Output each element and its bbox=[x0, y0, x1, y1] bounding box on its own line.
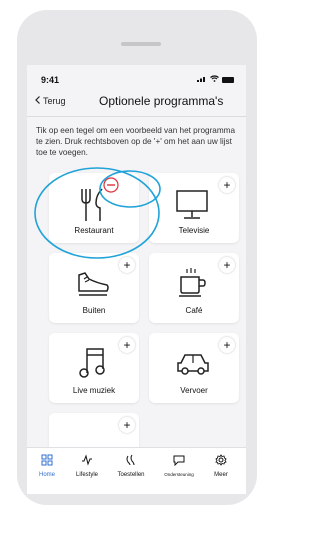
tab-label: Ondersteuning bbox=[164, 472, 194, 477]
tile-restaurant[interactable]: Restaurant bbox=[49, 173, 139, 243]
signal-icon bbox=[197, 75, 207, 84]
add-button[interactable]: + bbox=[119, 257, 135, 273]
tab-label: Meer bbox=[214, 472, 228, 478]
wifi-icon bbox=[210, 75, 219, 84]
gear-icon bbox=[215, 454, 227, 466]
add-button[interactable]: + bbox=[119, 337, 135, 353]
grid-icon bbox=[41, 454, 53, 466]
header-divider bbox=[27, 116, 246, 117]
plus-icon: + bbox=[223, 178, 231, 192]
status-time: 9:41 bbox=[41, 75, 60, 85]
tv-icon bbox=[176, 190, 208, 219]
chat-icon bbox=[173, 455, 185, 466]
battery-icon bbox=[222, 76, 234, 83]
activity-icon bbox=[82, 454, 92, 466]
hearing-aids-icon bbox=[126, 454, 135, 466]
tile-label: Restaurant bbox=[74, 226, 114, 235]
tab-label: Lifestyle bbox=[75, 472, 98, 478]
remove-button[interactable] bbox=[103, 177, 119, 198]
tab-home[interactable]: Home bbox=[27, 454, 67, 478]
add-button[interactable]: + bbox=[119, 417, 135, 433]
add-button[interactable]: + bbox=[219, 337, 235, 353]
tile-label: Buiten bbox=[82, 306, 106, 315]
back-button[interactable]: Terug bbox=[35, 96, 66, 106]
plus-icon: + bbox=[123, 258, 131, 272]
add-button[interactable]: + bbox=[219, 177, 235, 193]
car-icon bbox=[177, 354, 209, 375]
music-note-icon bbox=[79, 348, 105, 378]
back-label: Terug bbox=[43, 96, 66, 106]
plus-icon: + bbox=[223, 338, 231, 352]
tile-cafe[interactable]: + Café bbox=[149, 253, 239, 323]
tab-bar: Home Lifestyle Toestellen Ondersteuning bbox=[27, 447, 246, 494]
tab-meer[interactable]: Meer bbox=[201, 454, 241, 478]
tile-label: Televisie bbox=[178, 226, 210, 235]
plus-icon: + bbox=[223, 258, 231, 272]
speaker-grille bbox=[121, 42, 161, 46]
app-screen: 9:41 Terug Optionele programma's Tik op … bbox=[27, 65, 246, 494]
tile-vervoer[interactable]: + Vervoer bbox=[149, 333, 239, 403]
tab-ondersteuning[interactable]: Ondersteuning bbox=[159, 454, 199, 477]
plus-icon: + bbox=[123, 418, 131, 432]
tile-label: Café bbox=[185, 306, 203, 315]
tab-label: Toestellen bbox=[117, 472, 145, 478]
tile-label: Live muziek bbox=[72, 386, 116, 395]
tile-label: Vervoer bbox=[180, 386, 208, 395]
shoe-icon bbox=[78, 272, 109, 296]
tab-label: Home bbox=[38, 472, 55, 478]
coffee-cup-icon bbox=[179, 268, 206, 297]
status-icons bbox=[197, 75, 234, 84]
page-title: Optionele programma's bbox=[99, 94, 224, 108]
tile-buiten[interactable]: + Buiten bbox=[49, 253, 139, 323]
tab-toestellen[interactable]: Toestellen bbox=[111, 454, 151, 478]
minus-circle-icon bbox=[103, 177, 119, 193]
tile-live-muziek[interactable]: + Live muziek bbox=[49, 333, 139, 403]
plus-icon: + bbox=[123, 338, 131, 352]
tile-televisie[interactable]: + Televisie bbox=[149, 173, 239, 243]
tab-lifestyle[interactable]: Lifestyle bbox=[67, 454, 107, 478]
add-button[interactable]: + bbox=[219, 257, 235, 273]
chevron-left-icon bbox=[35, 96, 41, 106]
instructions-text: Tik op een tegel om een voorbeeld van he… bbox=[36, 126, 236, 157]
